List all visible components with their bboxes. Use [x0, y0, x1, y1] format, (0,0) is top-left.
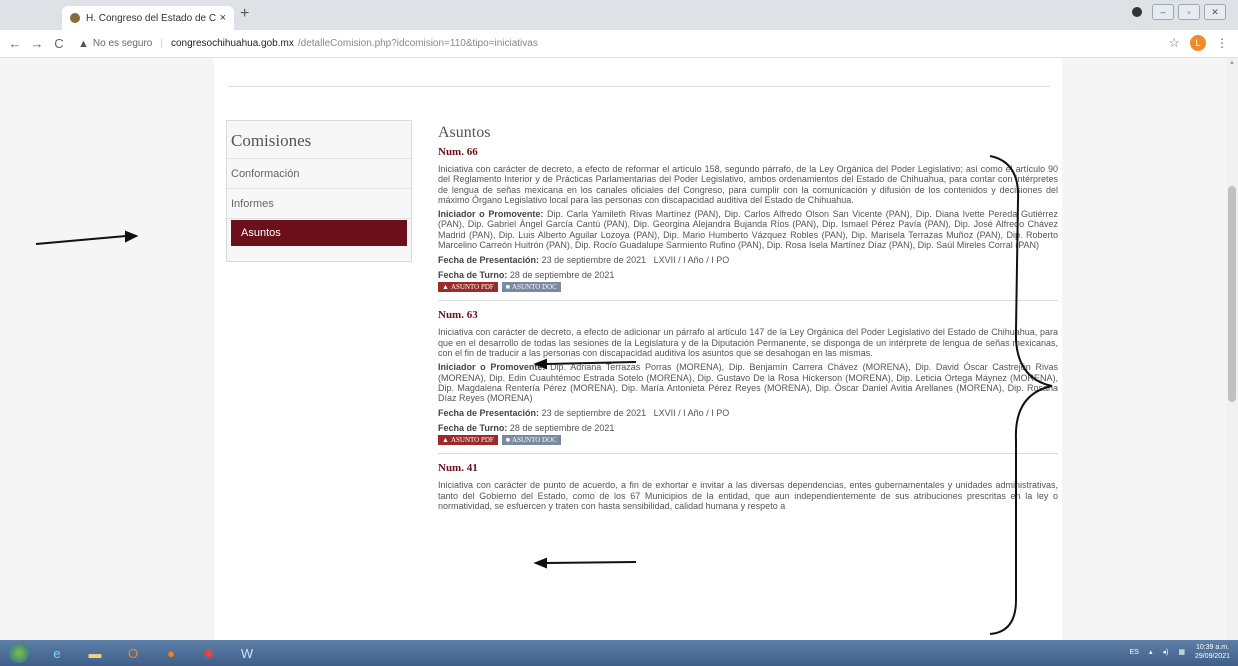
fecha-turno-label: Fecha de Turno:	[438, 270, 508, 281]
item-number: Num. 41	[438, 462, 478, 475]
pdf-button-label: ASUNTO PDF	[450, 283, 494, 292]
asunto-pdf-button[interactable]: ▲ ASUNTO PDF	[438, 282, 498, 293]
word-icon[interactable]: W	[228, 641, 266, 665]
fecha-turno-value: 28 de septiembre de 2021	[509, 423, 615, 434]
legislatura-value: LXVII / I Año / I PO	[653, 255, 730, 266]
clock[interactable]: 10:39 a.m. 29/09/2021	[1195, 643, 1230, 661]
fecha-presentacion-value: 23 de septiembre de 2021	[541, 255, 647, 266]
volume-icon[interactable]: ◂)	[1162, 648, 1168, 656]
outlook-icon[interactable]: O	[114, 641, 152, 665]
pdf-icon: ▲	[442, 436, 449, 445]
scrollbar-thumb[interactable]	[1228, 186, 1236, 402]
word-doc-icon: ■	[505, 436, 511, 445]
top-divider	[228, 86, 1050, 87]
minimize-button[interactable]: –	[1152, 4, 1174, 20]
window-controls: – ▫ ✕	[1132, 4, 1226, 20]
url-field[interactable]: ▲ No es seguro | congresochihuahua.gob.m…	[78, 38, 538, 50]
chrome-icon[interactable]: ◉	[190, 641, 228, 665]
list-item: Num. 63 Iniciativa con carácter de decre…	[438, 309, 1058, 446]
item-description: Iniciativa con carácter de decreto, a ef…	[438, 327, 1058, 358]
maximize-button[interactable]: ▫	[1178, 4, 1200, 20]
profile-avatar[interactable]: L	[1190, 35, 1206, 51]
sidebar-item-informes[interactable]: Informes	[227, 189, 411, 219]
clock-date: 29/09/2021	[1194, 653, 1230, 660]
fecha-turno-label: Fecha de Turno:	[438, 423, 508, 434]
sidebar-item-asuntos[interactable]: Asuntos	[231, 220, 407, 246]
sidebar-title: Comisiones	[227, 121, 411, 159]
tray-arrow-icon[interactable]: ▴	[1149, 648, 1153, 656]
page-viewport: Comisiones Conformación Informes Asuntos…	[0, 58, 1226, 640]
language-indicator[interactable]: ES	[1130, 649, 1139, 656]
ie-icon[interactable]: e	[38, 641, 76, 665]
page-title: Asuntos	[438, 124, 491, 141]
windows-taskbar: e ▬ O ● ◉ W ES ▴ ◂) ▦ 10:39 a.m. 29/09/2…	[0, 640, 1238, 666]
sidebar-menu: Comisiones Conformación Informes Asuntos	[226, 120, 412, 262]
pdf-icon: ▲	[442, 283, 449, 292]
menu-kebab-icon[interactable]: ⋮	[1216, 36, 1228, 50]
clock-time: 10:39 a.m.	[1195, 644, 1230, 651]
asunto-doc-button[interactable]: ■ ASUNTO DOC	[501, 282, 561, 293]
forward-icon[interactable]: →	[26, 36, 48, 51]
fecha-presentacion-value: 23 de septiembre de 2021	[541, 408, 647, 419]
fecha-presentacion: Fecha de Presentación: 23 de septiembre …	[438, 255, 1058, 265]
pdf-button-label: ASUNTO PDF	[450, 436, 494, 445]
item-promovente: Iniciador o Promovente: Dip. Adriana Ter…	[438, 362, 1058, 403]
fecha-presentacion: Fecha de Presentación: 23 de septiembre …	[438, 408, 1058, 418]
close-window-button[interactable]: ✕	[1204, 4, 1226, 20]
promovente-label: Iniciador o Promovente:	[438, 209, 544, 220]
item-divider	[438, 300, 1058, 302]
list-item: Num. 41 Iniciativa con carácter de punto…	[438, 462, 1058, 511]
doc-button-label: ASUNTO DOC	[512, 436, 557, 445]
word-doc-icon: ■	[505, 283, 511, 292]
item-promovente: Iniciador o Promovente: Dip. Carla Yamil…	[438, 209, 1058, 250]
asunto-doc-button[interactable]: ■ ASUNTO DOC	[501, 435, 561, 446]
page-scrollbar[interactable]: ▲	[1226, 58, 1238, 640]
fecha-presentacion-label: Fecha de Presentación:	[438, 408, 540, 419]
bookmark-star-icon[interactable]: ☆	[1168, 35, 1180, 51]
site-favicon-icon	[70, 13, 80, 23]
legislatura-value: LXVII / I Año / I PO	[653, 408, 730, 419]
address-bar: ← → C ▲ No es seguro | congresochihuahua…	[0, 30, 1238, 58]
fecha-turno: Fecha de Turno: 28 de septiembre de 2021	[438, 270, 1058, 280]
browser-tab[interactable]: H. Congreso del Estado de Chih... ×	[62, 6, 234, 30]
warning-icon[interactable]: ▲	[78, 38, 89, 50]
asunto-pdf-button[interactable]: ▲ ASUNTO PDF	[438, 435, 498, 446]
start-button[interactable]	[0, 641, 38, 665]
item-number: Num. 63	[438, 309, 478, 322]
sidebar-item-conformacion[interactable]: Conformación	[227, 159, 411, 189]
tab-close-icon[interactable]: ×	[220, 12, 226, 24]
item-description: Iniciativa con carácter de decreto, a ef…	[438, 164, 1058, 205]
fecha-presentacion-label: Fecha de Presentación:	[438, 255, 540, 266]
browser-tab-bar: H. Congreso del Estado de Chih... × + – …	[0, 0, 1238, 30]
url-host: congresochihuahua.gob.mx	[170, 38, 294, 49]
doc-button-label: ASUNTO DOC	[512, 283, 557, 292]
firefox-icon[interactable]: ●	[152, 641, 190, 665]
promovente-label: Iniciador o Promovente:	[438, 362, 546, 373]
item-divider	[438, 453, 1058, 455]
insecure-label: No es seguro	[92, 38, 153, 49]
record-indicator-icon	[1132, 7, 1142, 17]
network-icon[interactable]: ▦	[1178, 648, 1185, 656]
page-container: Comisiones Conformación Informes Asuntos…	[214, 58, 1062, 640]
folder-icon[interactable]: ▬	[76, 641, 114, 665]
item-description: Iniciativa con carácter de punto de acue…	[438, 480, 1058, 512]
main-content: Asuntos Num. 66 Iniciativa con carácter …	[438, 124, 1058, 511]
reload-icon[interactable]: C	[48, 36, 70, 51]
tab-title: H. Congreso del Estado de Chih...	[86, 12, 216, 24]
url-path: /detalleComision.php?idcomision=110&tipo…	[297, 38, 538, 49]
url-separator: |	[160, 38, 163, 49]
fecha-turno: Fecha de Turno: 28 de septiembre de 2021	[438, 423, 1058, 433]
list-item: Num. 66 Iniciativa con carácter de decre…	[438, 146, 1058, 293]
new-tab-button[interactable]: +	[240, 5, 249, 23]
system-tray: ES ▴ ◂) ▦ 10:39 a.m. 29/09/2021	[1130, 643, 1230, 661]
item-number: Num. 66	[438, 146, 478, 158]
fecha-turno-value: 28 de septiembre de 2021	[509, 270, 615, 281]
scroll-up-icon[interactable]: ▲	[1229, 60, 1235, 66]
back-icon[interactable]: ←	[4, 36, 26, 51]
